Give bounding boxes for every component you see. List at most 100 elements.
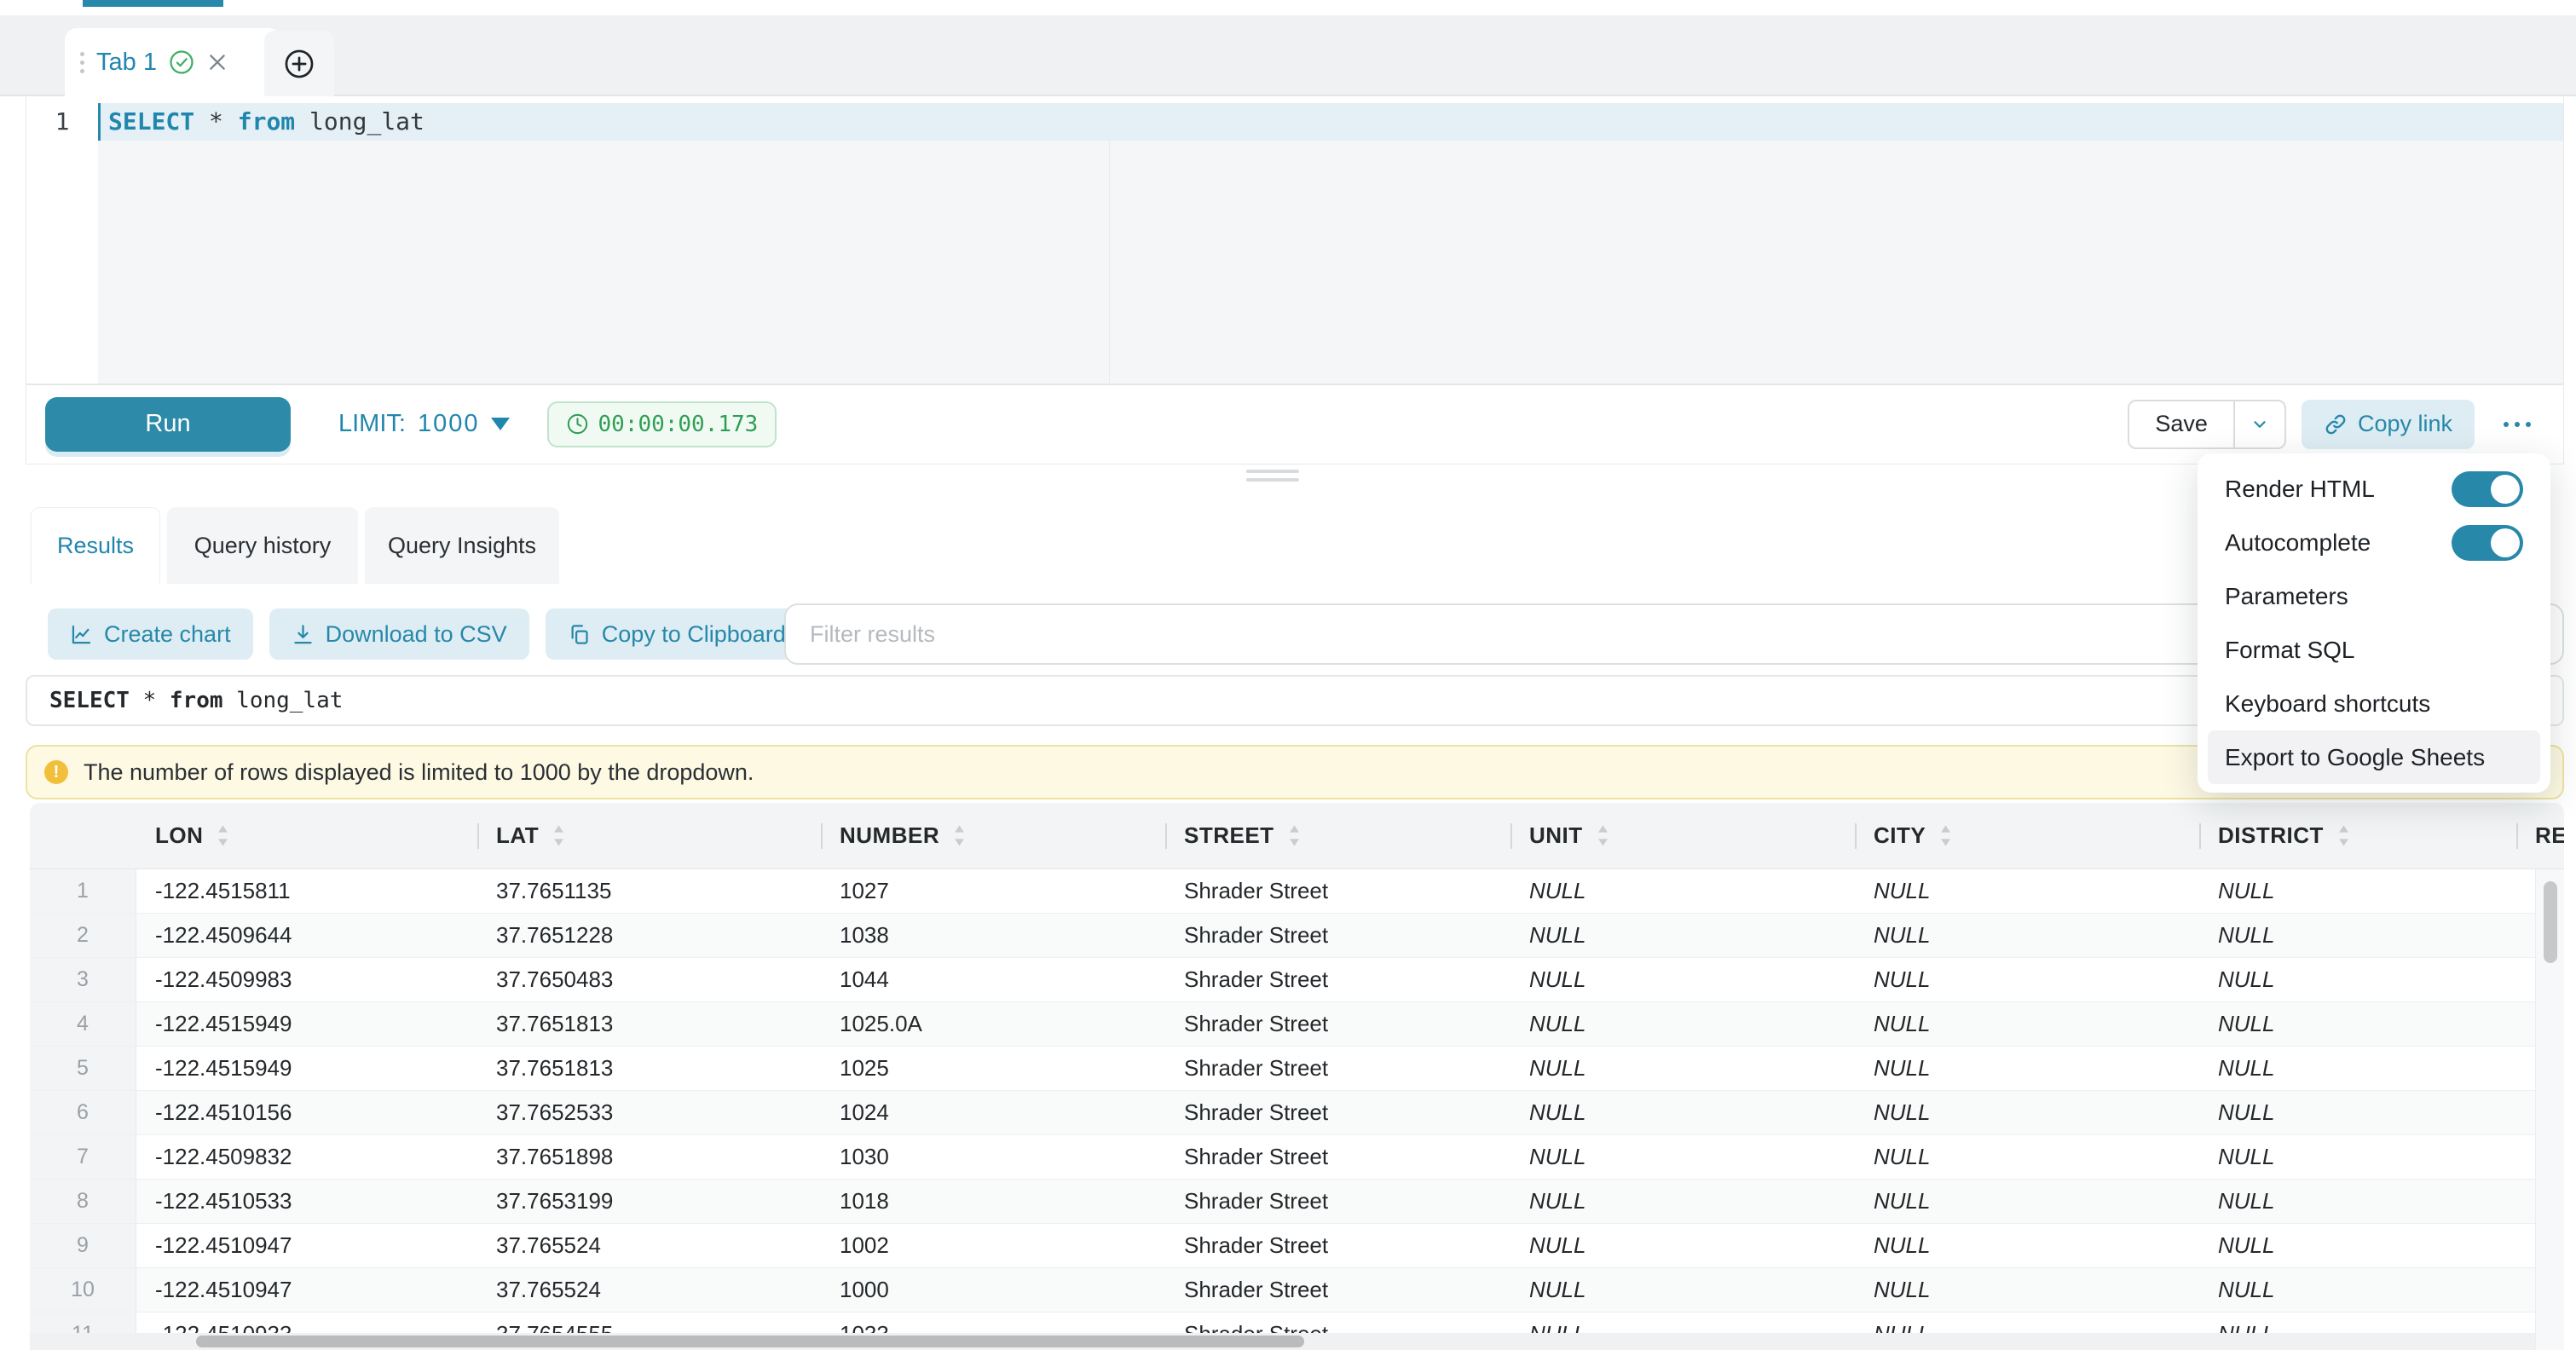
- cell-city[interactable]: NULL: [1855, 1047, 2199, 1090]
- toggle-switch[interactable]: [2452, 471, 2523, 507]
- sort-icon[interactable]: [552, 824, 565, 847]
- cell-city[interactable]: NULL: [1855, 1224, 2199, 1267]
- cell-street[interactable]: Shrader Street: [1165, 869, 1510, 913]
- cell-street[interactable]: Shrader Street: [1165, 1047, 1510, 1090]
- cell-lon[interactable]: -122.4510156: [136, 1091, 477, 1134]
- cell-lon[interactable]: -122.4509832: [136, 1135, 477, 1179]
- cell-unit[interactable]: NULL: [1510, 958, 1855, 1001]
- cell-city[interactable]: NULL: [1855, 1135, 2199, 1179]
- tab-results[interactable]: Results: [31, 507, 160, 584]
- menu-item[interactable]: Export to Google Sheets: [2208, 730, 2540, 784]
- cell-city[interactable]: NULL: [1855, 914, 2199, 957]
- menu-item[interactable]: Autocomplete: [2208, 516, 2540, 569]
- sort-icon[interactable]: [217, 824, 229, 847]
- cell-number[interactable]: 1025.0A: [821, 1002, 1165, 1046]
- cell-number[interactable]: 1018: [821, 1180, 1165, 1223]
- cell-street[interactable]: Shrader Street: [1165, 1002, 1510, 1046]
- limit-dropdown[interactable]: LIMIT: 1000: [338, 410, 510, 438]
- cell-unit[interactable]: NULL: [1510, 869, 1855, 913]
- run-button[interactable]: Run: [45, 397, 291, 452]
- cell-city[interactable]: NULL: [1855, 1180, 2199, 1223]
- sort-icon[interactable]: [1597, 824, 1609, 847]
- horizontal-scrollbar[interactable]: [196, 1336, 1304, 1347]
- cell-lat[interactable]: 37.7653199: [477, 1180, 821, 1223]
- cell-lon[interactable]: -122.4510533: [136, 1180, 477, 1223]
- cell-number[interactable]: 1044: [821, 958, 1165, 1001]
- table-row[interactable]: 7 -122.4509832 37.7651898 1030 Shrader S…: [30, 1135, 2564, 1180]
- toggle-switch[interactable]: [2452, 525, 2523, 561]
- column-header[interactable]: CITY: [1855, 803, 2199, 868]
- table-row[interactable]: 2 -122.4509644 37.7651228 1038 Shrader S…: [30, 914, 2564, 958]
- tab-close-icon[interactable]: [206, 51, 228, 73]
- table-row[interactable]: 9 -122.4510947 37.765524 1002 Shrader St…: [30, 1224, 2564, 1268]
- cell-district[interactable]: NULL: [2199, 1047, 2516, 1090]
- cell-district[interactable]: NULL: [2199, 1224, 2516, 1267]
- menu-item[interactable]: Format SQL: [2208, 623, 2540, 677]
- cell-lat[interactable]: 37.7651228: [477, 914, 821, 957]
- cell-city[interactable]: NULL: [1855, 1002, 2199, 1046]
- cell-lat[interactable]: 37.7651898: [477, 1135, 821, 1179]
- cell-street[interactable]: Shrader Street: [1165, 958, 1510, 1001]
- column-header[interactable]: LON: [136, 803, 477, 868]
- cell-unit[interactable]: NULL: [1510, 1268, 1855, 1312]
- table-row[interactable]: 5 -122.4515949 37.7651813 1025 Shrader S…: [30, 1047, 2564, 1091]
- sort-icon[interactable]: [1288, 824, 1301, 847]
- cell-number[interactable]: 1000: [821, 1268, 1165, 1312]
- cell-unit[interactable]: NULL: [1510, 1180, 1855, 1223]
- cell-lon[interactable]: -122.4509983: [136, 958, 477, 1001]
- cell-district[interactable]: NULL: [2199, 958, 2516, 1001]
- cell-district[interactable]: NULL: [2199, 914, 2516, 957]
- cell-district[interactable]: NULL: [2199, 1002, 2516, 1046]
- column-header[interactable]: UNIT: [1510, 803, 1855, 868]
- tab-drag-handle-icon[interactable]: [80, 52, 84, 73]
- menu-item[interactable]: Parameters: [2208, 569, 2540, 623]
- cell-lat[interactable]: 37.765524: [477, 1224, 821, 1267]
- cell-number[interactable]: 1002: [821, 1224, 1165, 1267]
- cell-unit[interactable]: NULL: [1510, 1091, 1855, 1134]
- cell-lon[interactable]: -122.4515949: [136, 1047, 477, 1090]
- cell-lon[interactable]: -122.4509644: [136, 914, 477, 957]
- cell-street[interactable]: Shrader Street: [1165, 1180, 1510, 1223]
- menu-item[interactable]: Render HTML: [2208, 462, 2540, 516]
- cell-number[interactable]: 1038: [821, 914, 1165, 957]
- save-button[interactable]: Save: [2129, 401, 2233, 447]
- column-header[interactable]: NUMBER: [821, 803, 1165, 868]
- cell-district[interactable]: NULL: [2199, 1180, 2516, 1223]
- tab-query-insights[interactable]: Query Insights: [365, 507, 559, 584]
- cell-city[interactable]: NULL: [1855, 869, 2199, 913]
- pane-resize-handle[interactable]: [1246, 470, 1299, 487]
- table-row[interactable]: 6 -122.4510156 37.7652533 1024 Shrader S…: [30, 1091, 2564, 1135]
- create-chart-button[interactable]: Create chart: [48, 609, 253, 660]
- table-row[interactable]: 10 -122.4510947 37.765524 1000 Shrader S…: [30, 1268, 2564, 1312]
- cell-lat[interactable]: 37.7650483: [477, 958, 821, 1001]
- save-options-button[interactable]: [2235, 401, 2284, 447]
- cell-lat[interactable]: 37.7651813: [477, 1047, 821, 1090]
- cell-lon[interactable]: -122.4515949: [136, 1002, 477, 1046]
- cell-district[interactable]: NULL: [2199, 1091, 2516, 1134]
- menu-item[interactable]: Keyboard shortcuts: [2208, 677, 2540, 730]
- cell-lat[interactable]: 37.7651135: [477, 869, 821, 913]
- sort-icon[interactable]: [2337, 824, 2350, 847]
- cell-district[interactable]: NULL: [2199, 1135, 2516, 1179]
- cell-district[interactable]: NULL: [2199, 869, 2516, 913]
- cell-unit[interactable]: NULL: [1510, 1002, 1855, 1046]
- column-header[interactable]: DISTRICT: [2199, 803, 2516, 868]
- cell-city[interactable]: NULL: [1855, 1268, 2199, 1312]
- cell-unit[interactable]: NULL: [1510, 1135, 1855, 1179]
- table-row[interactable]: 4 -122.4515949 37.7651813 1025.0A Shrade…: [30, 1002, 2564, 1047]
- cell-street[interactable]: Shrader Street: [1165, 1268, 1510, 1312]
- vertical-scrollbar[interactable]: [2544, 881, 2557, 963]
- copy-link-button[interactable]: Copy link: [2302, 400, 2475, 449]
- cell-lon[interactable]: -122.4510947: [136, 1268, 477, 1312]
- cell-city[interactable]: NULL: [1855, 958, 2199, 1001]
- cell-number[interactable]: 1024: [821, 1091, 1165, 1134]
- copy-clipboard-button[interactable]: Copy to Clipboard: [546, 609, 808, 660]
- column-header[interactable]: [30, 803, 136, 868]
- cell-lat[interactable]: 37.765524: [477, 1268, 821, 1312]
- cell-number[interactable]: 1025: [821, 1047, 1165, 1090]
- new-tab-button[interactable]: [264, 31, 334, 96]
- table-row[interactable]: 3 -122.4509983 37.7650483 1044 Shrader S…: [30, 958, 2564, 1002]
- sort-icon[interactable]: [953, 824, 966, 847]
- cell-unit[interactable]: NULL: [1510, 914, 1855, 957]
- column-header[interactable]: STREET: [1165, 803, 1510, 868]
